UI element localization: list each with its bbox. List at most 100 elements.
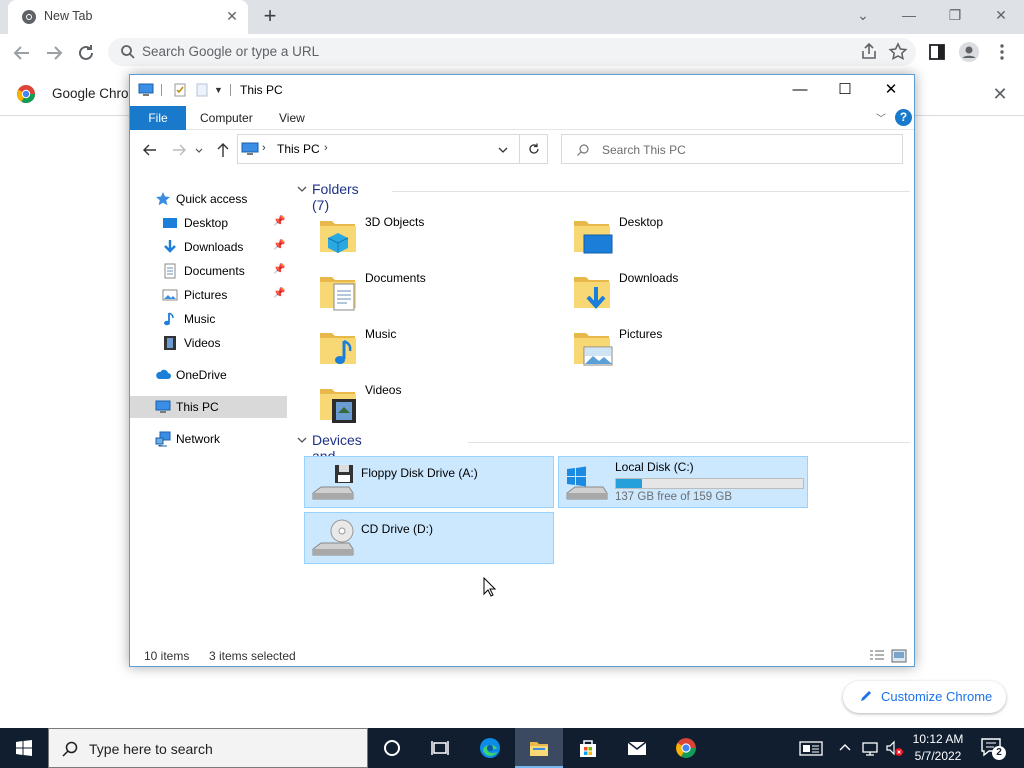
reload-icon[interactable] [74, 41, 98, 65]
explorer-close-icon[interactable]: ✕ [868, 75, 914, 105]
properties-icon[interactable] [172, 82, 188, 98]
nav-label: Documents [184, 264, 245, 278]
keyboard-layout-icon[interactable] [799, 738, 823, 758]
show-hidden-icons-icon[interactable] [838, 738, 852, 758]
volume-muted-icon[interactable] [884, 738, 904, 758]
drive-usage-fill [616, 479, 643, 488]
explorer-maximize-icon[interactable]: ☐ [822, 75, 868, 105]
nav-item-onedrive[interactable]: OneDrive [130, 364, 287, 386]
taskbar-store[interactable] [564, 728, 612, 768]
new-tab-button[interactable]: + [258, 5, 282, 29]
selection-count: 3 items selected [209, 649, 296, 663]
expand-ribbon-icon[interactable]: ﹀ [876, 110, 888, 125]
nav-item-desktop[interactable]: Desktop 📌 [130, 212, 287, 234]
film-icon [164, 336, 176, 350]
nav-item-pictures[interactable]: Pictures 📌 [130, 284, 287, 306]
taskbar-chrome[interactable] [662, 728, 710, 768]
taskbar-mail[interactable] [613, 728, 661, 768]
window-title: This PC [240, 83, 283, 97]
folder-3d-objects[interactable]: 3D Objects [308, 211, 558, 263]
edge-icon [480, 738, 500, 758]
nav-item-music[interactable]: Music [130, 308, 287, 330]
taskbar-search-box[interactable]: Type here to search [48, 728, 368, 768]
nav-item-documents[interactable]: Documents 📌 [130, 260, 287, 282]
infobar-close-icon[interactable]: ✕ [990, 84, 1010, 105]
explorer-minimize-icon[interactable]: — [777, 75, 823, 105]
star-icon [156, 192, 170, 206]
close-window-icon[interactable]: ✕ [978, 4, 1024, 28]
nav-item-network[interactable]: Network [130, 428, 287, 450]
profile-avatar-icon[interactable] [958, 41, 980, 63]
breadcrumb-this-pc[interactable]: This PC [277, 142, 320, 156]
nav-item-videos[interactable]: Videos [130, 332, 287, 354]
tab-file[interactable]: File [130, 106, 186, 130]
help-icon[interactable]: ? [895, 109, 912, 126]
recent-locations-icon[interactable] [194, 141, 204, 159]
customize-chrome-button[interactable]: Customize Chrome [843, 681, 1006, 713]
folder-downloads[interactable]: Downloads [562, 267, 812, 319]
start-button[interactable] [0, 728, 48, 768]
details-view-icon[interactable] [869, 649, 885, 663]
drive-local-c[interactable]: Local Disk (C:) 137 GB free of 159 GB [558, 456, 808, 508]
omnibox[interactable]: Search Google or type a URL [108, 38, 916, 66]
windows-logo-icon [16, 740, 32, 756]
folder-desktop[interactable]: Desktop [562, 211, 812, 263]
folder-label: Music [365, 327, 397, 341]
network-status-icon[interactable] [860, 738, 880, 758]
breadcrumb-separator-icon[interactable]: › [262, 142, 266, 154]
new-folder-icon[interactable] [194, 82, 210, 98]
breadcrumb-separator-icon[interactable]: › [324, 142, 328, 154]
file-explorer-icon [530, 742, 548, 756]
search-box[interactable]: Search This PC [561, 134, 903, 164]
nav-item-this-pc[interactable]: This PC [130, 396, 287, 418]
system-clock[interactable]: 10:12 AM 5/7/2022 [904, 731, 972, 765]
up-icon[interactable] [214, 141, 232, 159]
forward-icon[interactable] [170, 141, 188, 159]
network-icon [155, 431, 171, 447]
folder-music[interactable]: Music [308, 323, 558, 375]
chrome-tab-new-tab[interactable]: New Tab ✕ [8, 0, 248, 34]
restore-icon[interactable]: ❐ [932, 4, 978, 28]
folder-documents[interactable]: Documents [308, 267, 558, 319]
explorer-titlebar[interactable]: ▼ This PC — ☐ ✕ [130, 75, 914, 105]
item-count: 10 items [144, 649, 190, 663]
tab-close-icon[interactable]: ✕ [224, 8, 240, 24]
tab-search-icon[interactable]: ⌄ [840, 4, 886, 28]
taskbar-file-explorer[interactable] [515, 728, 563, 768]
tab-view[interactable]: View [279, 106, 305, 130]
address-bar[interactable]: › This PC › [237, 134, 548, 164]
mail-envelope-icon [627, 741, 647, 755]
chrome-menu-icon[interactable] [991, 41, 1013, 63]
side-panel-icon[interactable] [926, 41, 948, 63]
refresh-button[interactable] [519, 134, 548, 164]
folder-pictures[interactable]: Pictures [562, 323, 812, 375]
desktop-folder-icon [574, 221, 613, 254]
drive-cd-d[interactable]: CD Drive (D:) [304, 512, 554, 564]
folder-label: Videos [365, 383, 402, 397]
pictures-folder-icon [574, 333, 613, 366]
customize-qat-icon[interactable]: ▼ [214, 85, 230, 101]
share-icon[interactable] [858, 41, 880, 63]
bookmark-star-icon[interactable] [887, 41, 909, 63]
address-dropdown-icon[interactable] [496, 143, 510, 157]
nav-item-downloads[interactable]: Downloads 📌 [130, 236, 287, 258]
search-icon [121, 45, 135, 59]
drive-floppy-a[interactable]: Floppy Disk Drive (A:) [304, 456, 554, 508]
minimize-icon[interactable]: — [886, 4, 932, 28]
tab-title: New Tab [44, 9, 93, 23]
taskbar-edge[interactable] [466, 728, 514, 768]
videos-folder-icon [320, 389, 356, 423]
back-icon[interactable] [10, 41, 34, 65]
store-bag-icon [580, 740, 596, 757]
forward-icon[interactable] [42, 41, 66, 65]
cortana-button[interactable] [368, 728, 416, 768]
folder-videos[interactable]: Videos [308, 379, 558, 431]
large-icons-view-icon[interactable] [891, 649, 907, 663]
tab-computer[interactable]: Computer [200, 106, 253, 130]
task-view-button[interactable] [416, 728, 464, 768]
this-pc-icon [138, 83, 154, 96]
pin-icon: 📌 [273, 288, 286, 299]
nav-item-quick-access[interactable]: Quick access [130, 188, 287, 210]
back-icon[interactable] [141, 141, 159, 159]
action-center-button[interactable]: 2 [980, 737, 1006, 760]
